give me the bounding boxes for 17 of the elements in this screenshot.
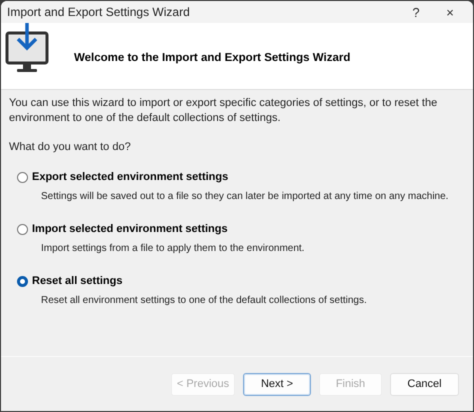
wizard-heading: Welcome to the Import and Export Settings Wizard bbox=[74, 52, 350, 64]
option-description: Settings will be saved out to a file so they can later be imported at any time on any machine. bbox=[41, 190, 448, 204]
option-label: Reset all settings bbox=[32, 275, 122, 287]
wizard-button[interactable]: Cancel bbox=[390, 372, 459, 396]
intro-text: You can use this wizard to import or export specific categories of settings, or to reset the environment to one of the default collections of settings. bbox=[9, 96, 438, 126]
wizard-button[interactable]: Next > bbox=[243, 372, 311, 396]
window-title: Import and Export Settings Wizard bbox=[7, 5, 191, 19]
radio-button[interactable] bbox=[17, 276, 28, 286]
radio-button[interactable] bbox=[17, 224, 28, 234]
radio-button[interactable] bbox=[17, 172, 28, 182]
option-label: Export selected environment settings bbox=[32, 171, 228, 183]
option-description: Import settings from a file to apply them to the environment. bbox=[41, 242, 304, 256]
option-description: Reset all environment settings to one of the default collections of settings. bbox=[41, 294, 367, 308]
help-button[interactable]: ? bbox=[399, 1, 433, 23]
question-text: What do you want to do? bbox=[9, 140, 132, 155]
close-button[interactable]: × bbox=[433, 1, 467, 23]
option-label: Import selected environment settings bbox=[32, 223, 228, 235]
